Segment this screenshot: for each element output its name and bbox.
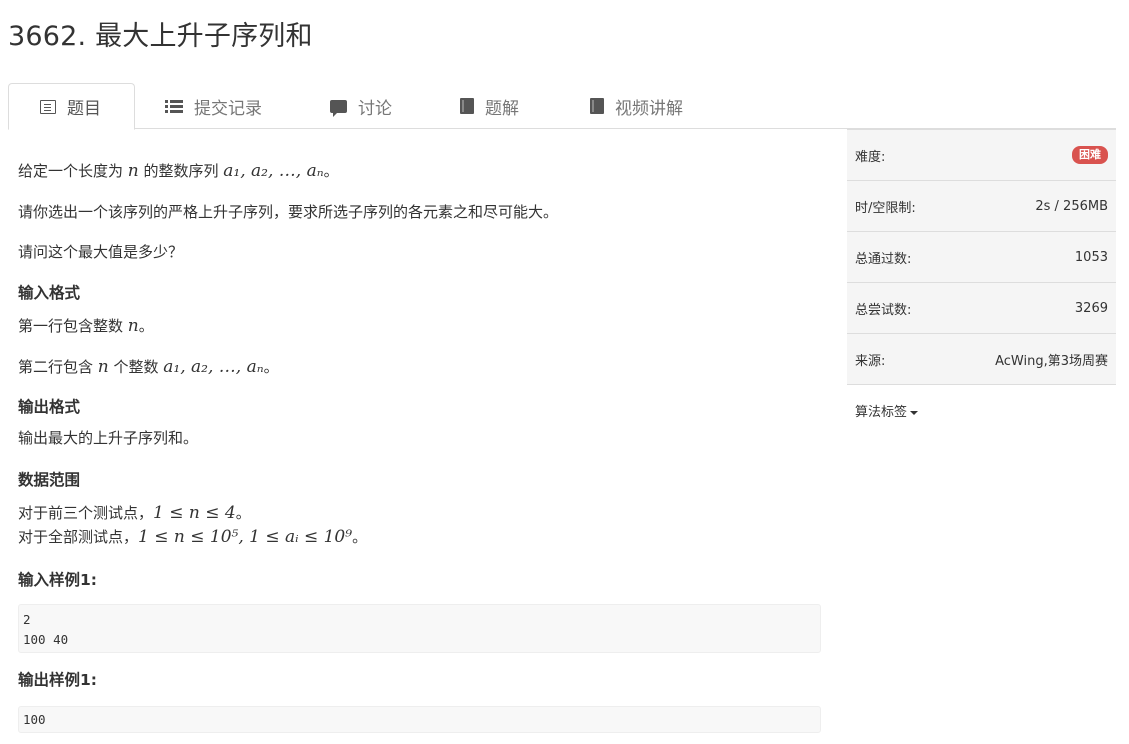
tab-video[interactable]: 视频讲解	[590, 83, 683, 129]
input-text: 第二行包含	[18, 358, 98, 376]
tags-row: 算法标签	[847, 385, 1116, 436]
tab-video-label: 视频讲解	[615, 98, 683, 119]
difficulty-badge: 困难	[1072, 146, 1108, 164]
input-line-2: 第二行包含 n 个整数 a₁, a₂, …, aₙ。	[18, 355, 279, 381]
problem-info-panel: 难度: 困难 时/空限制: 2s / 256MB 总通过数: 1053 总尝试数…	[847, 129, 1116, 436]
math-sequence: a₁, a₂, …, aₙ	[223, 161, 324, 181]
input-text: 。	[138, 317, 154, 335]
tab-problem[interactable]: 题目	[8, 83, 135, 130]
range-line-1: 对于前三个测试点，1 ≤ n ≤ 4。	[18, 501, 251, 527]
sample-input-line: 2	[23, 612, 31, 627]
range-line-2: 对于全部测试点，1 ≤ n ≤ 10⁵, 1 ≤ aᵢ ≤ 10⁹。	[18, 525, 367, 551]
data-range-heading: 数据范围	[18, 471, 81, 489]
intro-text: 给定一个长度为	[18, 162, 128, 180]
math-constraint: 1 ≤ n ≤ 4	[153, 503, 236, 523]
sample-input-block[interactable]: 2 100 40	[18, 604, 821, 653]
book-icon	[460, 98, 474, 114]
attempts-label: 总尝试数:	[855, 302, 912, 318]
range-text: 。	[352, 528, 368, 546]
attempts-row: 总尝试数: 3269	[847, 283, 1116, 334]
passed-value: 1053	[1074, 249, 1108, 265]
math-constraint: 1 ≤ n ≤ 10⁵, 1 ≤ aᵢ ≤ 10⁹	[138, 527, 353, 547]
problem-question: 请问这个最大值是多少？	[18, 243, 184, 261]
difficulty-label: 难度:	[855, 149, 886, 165]
problem-goal: 请你选出一个该序列的严格上升子序列，要求所选子序列的各元素之和尽可能大。	[18, 203, 559, 221]
intro-text: 。	[323, 162, 339, 180]
comment-icon	[330, 99, 347, 117]
tab-bar: 题目 提交记录 讨论 题解 视频讲解	[8, 83, 1116, 130]
input-text: 。	[263, 358, 279, 376]
input-format-heading: 输入格式	[18, 284, 81, 302]
caret-down-icon	[910, 410, 919, 415]
tab-solutions[interactable]: 题解	[460, 83, 519, 129]
source-row: 来源: AcWing,第3场周赛	[847, 334, 1116, 385]
math-sequence: a₁, a₂, …, aₙ	[163, 357, 264, 377]
sample-output-block[interactable]: 100	[18, 706, 821, 733]
th-list-icon	[165, 99, 183, 113]
sample-output-line: 100	[23, 712, 46, 727]
book-icon	[590, 98, 604, 114]
sample-input-heading: 输入样例1:	[18, 571, 97, 589]
range-text: 对于全部测试点，	[18, 528, 139, 546]
tab-problem-label: 题目	[67, 99, 101, 119]
input-text: 第一行包含整数	[18, 317, 128, 335]
difficulty-row: 难度: 困难	[847, 130, 1116, 181]
sample-output-heading: 输出样例1:	[18, 671, 97, 689]
math-n: n	[127, 161, 139, 181]
tab-solutions-label: 题解	[485, 98, 519, 119]
source-label: 来源:	[855, 353, 886, 369]
attempts-value: 3269	[1074, 300, 1108, 316]
intro-text: 的整数序列	[138, 162, 224, 180]
output-line: 输出最大的上升子序列和。	[18, 429, 199, 447]
output-format-heading: 输出格式	[18, 398, 81, 416]
tab-submissions[interactable]: 提交记录	[165, 83, 262, 129]
input-text: 个整数	[108, 358, 164, 376]
math-n: n	[97, 357, 109, 377]
limits-label: 时/空限制:	[855, 200, 916, 216]
math-n: n	[127, 316, 139, 336]
range-text: 对于前三个测试点，	[18, 504, 154, 522]
tab-discuss[interactable]: 讨论	[330, 83, 392, 129]
tab-discuss-label: 讨论	[358, 98, 392, 119]
limits-row: 时/空限制: 2s / 256MB	[847, 181, 1116, 232]
list-alt-icon	[40, 99, 56, 114]
source-value[interactable]: AcWing,第3场周赛	[995, 350, 1108, 369]
sample-input-line: 100 40	[23, 632, 69, 647]
limits-value: 2s / 256MB	[1035, 198, 1108, 214]
passed-row: 总通过数: 1053	[847, 232, 1116, 283]
algorithm-tags-toggle[interactable]: 算法标签	[855, 401, 919, 420]
input-line-1: 第一行包含整数 n。	[18, 314, 154, 340]
range-text: 。	[235, 504, 251, 522]
page-title: 3662. 最大上升子序列和	[8, 21, 313, 52]
problem-intro: 给定一个长度为 n 的整数序列 a₁, a₂, …, aₙ。	[18, 159, 339, 185]
algorithm-tags-label: 算法标签	[855, 405, 908, 420]
passed-label: 总通过数:	[855, 251, 912, 267]
tab-submissions-label: 提交记录	[194, 98, 262, 119]
